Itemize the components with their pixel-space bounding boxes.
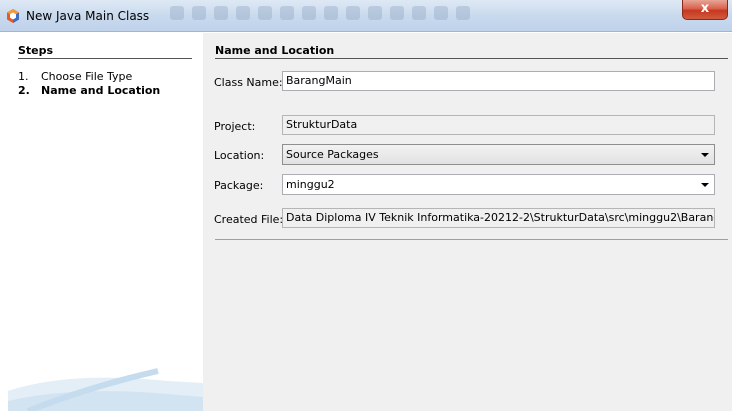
location-label: Location: [214,149,265,162]
project-field[interactable]: StrukturData [282,115,715,135]
package-combobox[interactable]: minggu2 [282,174,715,195]
close-button[interactable]: x [682,0,728,20]
steps-divider [18,58,192,59]
location-dropdown[interactable]: Source Packages [282,144,715,165]
chevron-down-icon[interactable] [701,183,709,187]
step-choose-file-type: 1. Choose File Type [18,70,132,83]
close-icon: x [700,1,710,16]
section-title: Name and Location [215,44,335,57]
class-name-field[interactable] [282,71,715,91]
section-divider [215,58,728,59]
step-label: Name and Location [41,84,161,97]
steps-panel: Steps 1. Choose File Type 2. Name and Loca… [8,33,203,411]
step-number: 2. [18,84,30,97]
title-bar[interactable]: New Java Main Class x [0,0,732,32]
project-label: Project: [214,120,256,133]
class-name-input[interactable] [286,72,714,90]
class-name-label: Class Name: [214,76,283,89]
bottom-divider [215,239,728,240]
location-value: Source Packages [286,148,379,161]
steps-heading: Steps [18,44,54,57]
created-file-field[interactable]: Data Diploma IV Teknik Informatika-20212… [282,208,715,228]
step-name-and-location: 2. Name and Location [18,84,160,97]
decorative-swoosh-graphic [8,368,203,411]
netbeans-app-icon [7,9,19,23]
window-title: New Java Main Class [26,9,150,23]
created-file-label: Created File: [214,213,284,226]
package-label: Package: [214,179,264,192]
step-label: Choose File Type [41,70,133,83]
background-toolbar-ghost [170,6,470,24]
name-and-location-panel: Name and Location Class Name: Project: S… [203,33,732,411]
package-value: minggu2 [286,178,335,191]
chevron-down-icon[interactable] [701,153,709,157]
step-number: 1. [18,70,29,83]
